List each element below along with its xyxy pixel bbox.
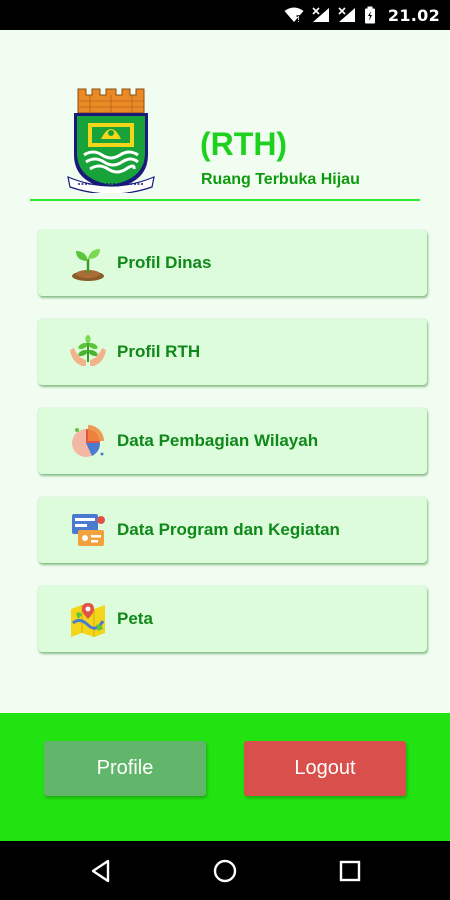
hands-plant-icon <box>68 332 108 372</box>
status-bar: ! 21.02 <box>0 0 450 30</box>
pie-chart-icon <box>68 421 108 461</box>
menu-label: Data Pembagian Wilayah <box>117 431 319 450</box>
signal-1-icon <box>312 7 329 22</box>
menu-item-peta[interactable]: Peta <box>38 586 427 652</box>
profile-button[interactable]: Profile <box>44 741 206 796</box>
menu-label: Data Program dan Kegiatan <box>117 520 340 539</box>
app-title: (RTH) <box>200 126 288 162</box>
menu-label: Peta <box>117 609 153 628</box>
battery-icon <box>364 6 375 24</box>
menu-label: Profil RTH <box>117 342 201 361</box>
program-icon <box>68 510 108 550</box>
bottom-action-panel: Profile Logout <box>0 713 450 841</box>
logout-button[interactable]: Logout <box>244 741 406 796</box>
system-navigation-bar <box>0 841 450 900</box>
signal-2-icon <box>338 7 355 22</box>
menu-item-data-pembagian-wilayah[interactable]: Data Pembagian Wilayah <box>38 408 427 474</box>
header: (RTH) Ruang Terbuka Hijau <box>0 30 450 210</box>
seedling-icon <box>68 243 108 283</box>
menu-item-profil-dinas[interactable]: Profil Dinas <box>38 230 427 296</box>
home-icon[interactable] <box>212 858 238 884</box>
menu-item-profil-rth[interactable]: Profil RTH <box>38 319 427 385</box>
app-subtitle: Ruang Terbuka Hijau <box>201 171 360 188</box>
city-emblem-logo <box>67 88 155 193</box>
recents-icon[interactable] <box>337 858 363 884</box>
menu-item-data-program-kegiatan[interactable]: Data Program dan Kegiatan <box>38 497 427 563</box>
wifi-icon: ! <box>284 7 304 23</box>
menu-label: Profil Dinas <box>117 253 212 272</box>
svg-text:!: ! <box>297 15 300 23</box>
header-divider <box>30 199 420 201</box>
back-icon[interactable] <box>88 858 114 884</box>
map-icon <box>68 599 108 639</box>
status-time: 21.02 <box>387 5 440 25</box>
